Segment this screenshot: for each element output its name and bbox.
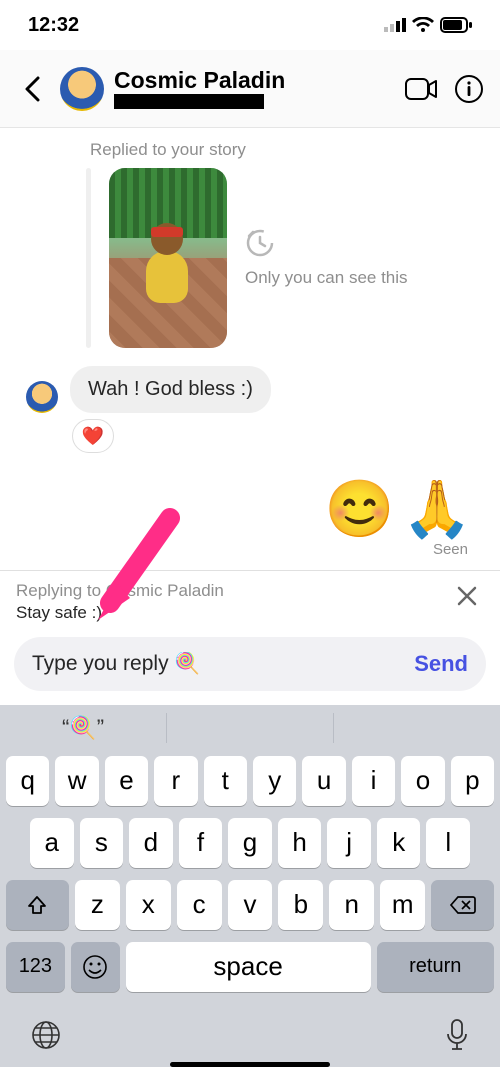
key-f[interactable]: f xyxy=(179,818,223,868)
key-emoji[interactable] xyxy=(71,942,120,992)
key-m[interactable]: m xyxy=(380,880,425,930)
cellular-icon xyxy=(384,18,406,32)
suggestion-bar: “🍭” xyxy=(0,705,500,752)
globe-icon[interactable] xyxy=(30,1019,62,1051)
sender-avatar[interactable] xyxy=(26,381,58,413)
story-reply-label: Replied to your story xyxy=(90,140,484,160)
reply-context-close-button[interactable] xyxy=(450,581,484,611)
story-expiring-icon xyxy=(245,228,275,258)
story-side-info: Only you can see this xyxy=(245,228,408,288)
wifi-icon xyxy=(412,17,434,33)
key-r[interactable]: r xyxy=(154,756,197,806)
back-button[interactable] xyxy=(14,71,50,107)
key-p[interactable]: p xyxy=(451,756,494,806)
status-bar: 12:32 xyxy=(0,0,500,50)
keyboard-row-4: 123 space return xyxy=(6,942,494,992)
key-q[interactable]: q xyxy=(6,756,49,806)
key-c[interactable]: c xyxy=(177,880,222,930)
header-title-block[interactable]: Cosmic Paladin xyxy=(114,68,404,109)
key-e[interactable]: e xyxy=(105,756,148,806)
key-n[interactable]: n xyxy=(329,880,374,930)
key-s[interactable]: s xyxy=(80,818,124,868)
mic-icon[interactable] xyxy=(444,1018,470,1052)
reply-context-bar: Replying to Cosmic Paladin Stay safe :) xyxy=(0,570,500,629)
suggestion-3[interactable] xyxy=(334,713,500,743)
suggestion-1[interactable]: “🍭” xyxy=(0,713,167,743)
home-indicator[interactable] xyxy=(170,1062,330,1067)
chat-area: Replied to your story Only you can see t… xyxy=(0,128,500,570)
key-l[interactable]: l xyxy=(426,818,470,868)
compose-pill: Send xyxy=(14,637,486,691)
key-z[interactable]: z xyxy=(75,880,120,930)
status-time: 12:32 xyxy=(28,14,79,37)
sent-emoji-pray[interactable]: 🙏 xyxy=(402,481,472,537)
key-backspace[interactable] xyxy=(431,880,494,930)
keyboard-row-2: a s d f g h j k l xyxy=(6,818,494,868)
reaction-heart[interactable]: ❤️ xyxy=(72,419,114,453)
annotation-arrow xyxy=(90,508,180,598)
key-d[interactable]: d xyxy=(129,818,173,868)
message-bubble[interactable]: Wah ! God bless :) xyxy=(70,366,271,413)
suggestion-2[interactable] xyxy=(167,713,334,743)
key-j[interactable]: j xyxy=(327,818,371,868)
keyboard-bottom-bar xyxy=(0,1010,500,1052)
seen-indicator: Seen xyxy=(16,539,484,566)
chat-header: Cosmic Paladin xyxy=(0,50,500,128)
key-b[interactable]: b xyxy=(278,880,323,930)
info-button[interactable] xyxy=(452,72,486,106)
keyboard: “🍭” q w e r t y u i o p a s d f g h j k … xyxy=(0,705,500,1067)
key-v[interactable]: v xyxy=(228,880,273,930)
battery-icon xyxy=(440,17,472,33)
video-call-button[interactable] xyxy=(404,72,438,106)
key-a[interactable]: a xyxy=(30,818,74,868)
key-h[interactable]: h xyxy=(278,818,322,868)
key-numbers[interactable]: 123 xyxy=(6,942,65,992)
key-x[interactable]: x xyxy=(126,880,171,930)
key-space[interactable]: space xyxy=(126,942,371,992)
sent-emoji-smile[interactable]: 😊 xyxy=(325,481,395,537)
sent-emoji-row: 😊 🙏 xyxy=(16,453,484,539)
key-return[interactable]: return xyxy=(377,942,495,992)
story-thumbnail[interactable] xyxy=(109,168,227,348)
story-reply-row: Only you can see this xyxy=(86,168,484,348)
key-k[interactable]: k xyxy=(377,818,421,868)
send-button[interactable]: Send xyxy=(404,651,468,677)
key-y[interactable]: y xyxy=(253,756,296,806)
keyboard-row-1: q w e r t y u i o p xyxy=(6,756,494,806)
avatar[interactable] xyxy=(60,67,104,111)
message-input[interactable] xyxy=(32,652,404,676)
key-t[interactable]: t xyxy=(204,756,247,806)
message-row: Wah ! God bless :) xyxy=(26,366,484,413)
key-shift[interactable] xyxy=(6,880,69,930)
key-g[interactable]: g xyxy=(228,818,272,868)
key-o[interactable]: o xyxy=(401,756,444,806)
status-indicators xyxy=(384,17,472,33)
composer: Send xyxy=(0,629,500,705)
story-quote-bar xyxy=(86,168,91,348)
chat-title: Cosmic Paladin xyxy=(114,68,404,92)
key-i[interactable]: i xyxy=(352,756,395,806)
key-w[interactable]: w xyxy=(55,756,98,806)
keyboard-row-3: z x c v b n m xyxy=(6,880,494,930)
story-visibility-note: Only you can see this xyxy=(245,268,408,288)
key-u[interactable]: u xyxy=(302,756,345,806)
chat-subtitle-redacted xyxy=(114,94,264,109)
